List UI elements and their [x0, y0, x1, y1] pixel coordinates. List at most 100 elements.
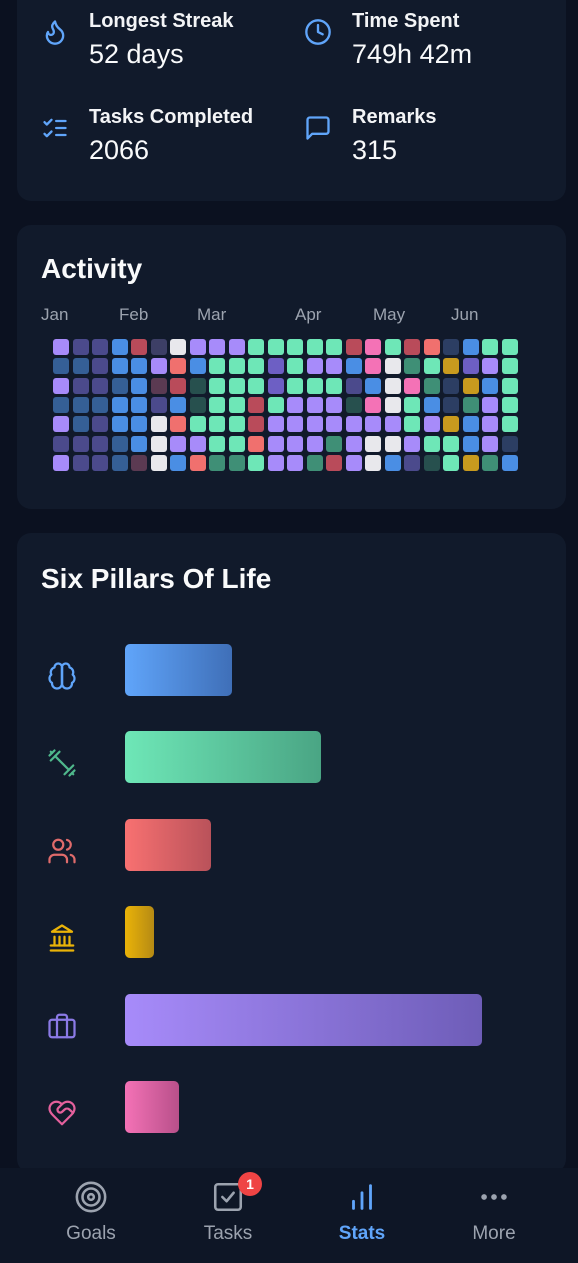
heatmap-cell: [170, 339, 186, 355]
month-label: Jan: [41, 305, 69, 324]
month-label: Mar: [197, 305, 227, 324]
heatmap-cell: [131, 339, 147, 355]
heatmap-cell: [404, 435, 420, 452]
heatmap-cell: [326, 377, 342, 394]
heatmap-cell: [131, 396, 147, 413]
heatmap-cell: [501, 454, 518, 471]
heatmap-cell: [111, 396, 128, 413]
month-label: Feb: [119, 305, 149, 324]
heatmap-cell: [423, 416, 440, 433]
heatmap-cell: [267, 435, 284, 452]
month-label: Jun: [451, 305, 479, 324]
heatmap-cell: [306, 454, 323, 471]
heatmap-cell: [501, 416, 518, 433]
activity-card: Activity Jan Feb Mar Apr May Jun: [17, 225, 566, 509]
heatmap-cell: [248, 416, 264, 433]
heatmap-cell: [111, 358, 128, 375]
heatmap-cell: [443, 435, 459, 452]
heatmap-cell: [287, 435, 303, 452]
heatmap-cell: [365, 454, 381, 471]
pillar-bar-relationships: [125, 819, 211, 871]
nav-more[interactable]: More: [434, 1168, 554, 1263]
comment-icon: [306, 116, 330, 140]
heatmap-cell: [189, 396, 206, 413]
target-icon: [75, 1181, 107, 1213]
heatmap-cell: [384, 358, 401, 375]
heatmap-cell: [345, 339, 362, 355]
heatmap-cell: [92, 416, 108, 433]
nav-goals[interactable]: Goals: [31, 1168, 151, 1263]
heatmap-cell: [384, 454, 401, 471]
heatmap-cell: [228, 416, 245, 433]
heatmap-cell: [443, 454, 459, 471]
pillar-bar-finance: [125, 906, 154, 958]
stat-label: Longest Streak: [89, 10, 234, 32]
heatmap-cell: [501, 435, 518, 452]
heatmap-cell: [326, 358, 342, 375]
heatmap-cell: [423, 435, 440, 452]
heatmap-cell: [209, 416, 225, 433]
heatmap-cell: [267, 396, 284, 413]
pillar-bar-career: [125, 994, 482, 1046]
heatmap-cell: [384, 339, 401, 355]
heatmap-cell: [53, 339, 69, 355]
heatmap-cell: [131, 358, 147, 375]
stat-value: 315: [352, 135, 398, 165]
heatmap-cell: [53, 396, 69, 413]
brain-icon: [48, 662, 76, 690]
heatmap-cell: [404, 339, 420, 355]
heatmap-cell: [345, 416, 362, 433]
heatmap-cell: [53, 377, 69, 394]
heatmap-cell: [131, 416, 147, 433]
heatmap-cell: [482, 377, 498, 394]
nav-stats[interactable]: Stats: [302, 1168, 422, 1263]
heatmap-cell: [404, 358, 420, 375]
month-label: Apr: [295, 305, 322, 324]
heatmap-cell: [53, 416, 69, 433]
pillar-bar-emotional: [125, 1081, 179, 1133]
bar-chart-icon: [352, 1184, 372, 1210]
flame-icon: [45, 20, 65, 45]
users-icon: [48, 838, 76, 864]
heatmap-cell: [482, 416, 498, 433]
heatmap-cell: [287, 339, 303, 355]
heatmap-cell: [150, 435, 167, 452]
checklist-icon: [43, 118, 67, 138]
heatmap-cell: [345, 396, 362, 413]
heatmap-cell: [482, 435, 498, 452]
heatmap-cell: [462, 435, 479, 452]
heatmap-cell: [443, 339, 459, 355]
heatmap-cell: [326, 339, 342, 355]
heatmap-cell: [131, 435, 147, 452]
heatmap-cell: [365, 339, 381, 355]
heatmap-cell: [209, 435, 225, 452]
heatmap-cell: [423, 454, 440, 471]
heatmap-cell: [482, 396, 498, 413]
heatmap-cell: [423, 339, 440, 355]
heatmap-cell: [482, 358, 498, 375]
activity-title: Activity: [41, 253, 143, 284]
heatmap-cell: [501, 339, 518, 355]
heatmap-cell: [365, 377, 381, 394]
heatmap-cell: [462, 416, 479, 433]
heatmap-cell: [462, 396, 479, 413]
stat-value: 749h 42m: [352, 39, 473, 69]
heatmap-cell: [111, 435, 128, 452]
heatmap-cell: [384, 416, 401, 433]
heatmap-cell: [443, 358, 459, 375]
heatmap-cell: [150, 339, 167, 355]
nav-label: Stats: [338, 1223, 386, 1244]
heatmap-cell: [267, 377, 284, 394]
heatmap-cell: [228, 454, 245, 471]
heatmap-cell: [53, 454, 69, 471]
heatmap-cell: [443, 396, 459, 413]
heatmap-cell: [501, 396, 518, 413]
heatmap-cell: [189, 339, 206, 355]
bank-icon: [49, 924, 75, 952]
heatmap-cell: [462, 377, 479, 394]
nav-tasks[interactable]: 1 Tasks: [168, 1168, 288, 1263]
heatmap-cell: [92, 358, 108, 375]
heatmap-cell: [443, 416, 459, 433]
heatmap-cell: [170, 396, 186, 413]
heatmap-cell: [365, 435, 381, 452]
